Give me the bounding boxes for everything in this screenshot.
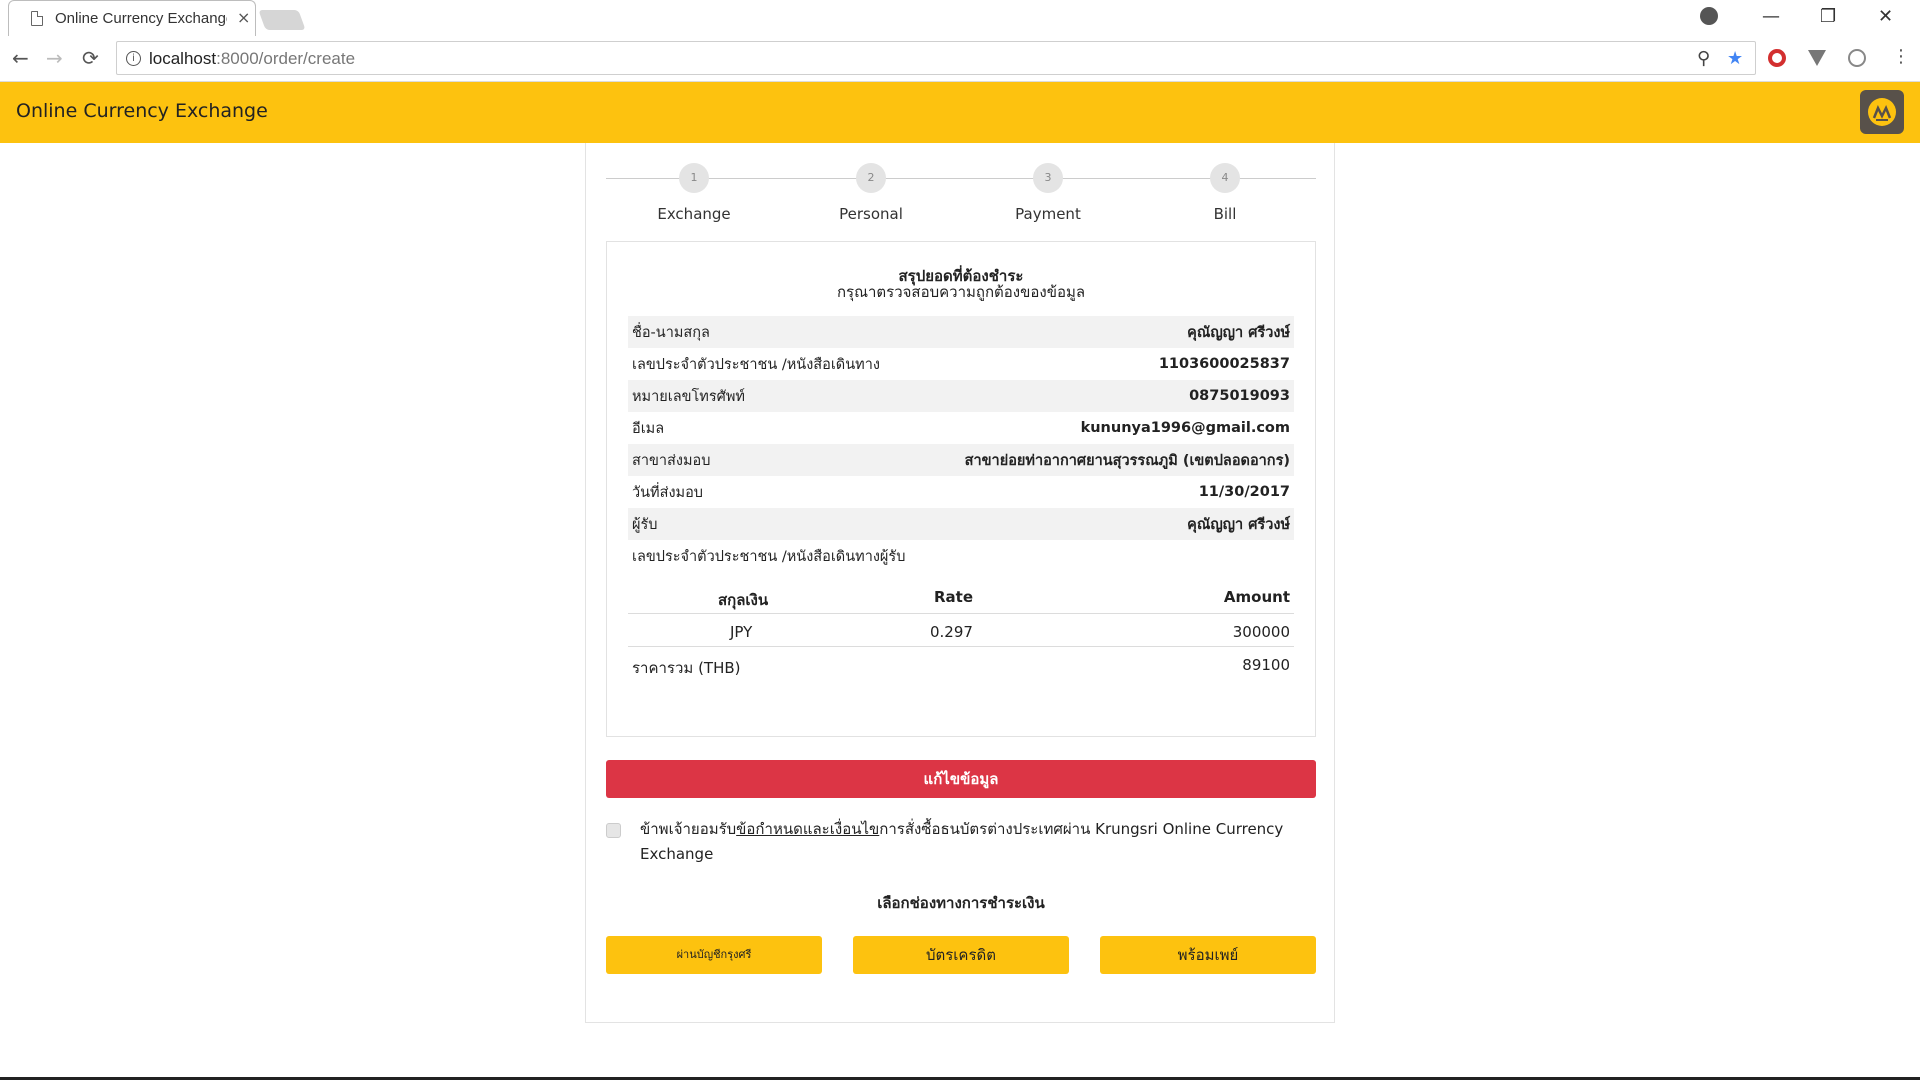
info-label: เลขประจำตัวประชาชน /หนังสือเดินทาง (632, 356, 880, 373)
address-bar[interactable]: i localhost:8000/order/create ⚲ ★ (116, 41, 1756, 75)
header-currency: สกุลเงิน (718, 591, 769, 609)
step-label: Payment (1015, 205, 1081, 223)
step-number: 4 (1210, 163, 1240, 193)
info-value: 1103600025837 (1158, 356, 1290, 372)
reload-icon[interactable]: ⟳ (82, 46, 99, 70)
order-summary: สรุปยอดที่ต้องชำระ กรุณาตรวจสอบความถูกต้… (606, 241, 1316, 737)
info-label: หมายเลขโทรศัพท์ (632, 388, 745, 405)
row-amount: 300000 (1232, 623, 1290, 641)
info-row-date: วันที่ส่งมอบ 11/30/2017 (628, 476, 1294, 508)
browser-tab[interactable]: Online Currency Exchange × (8, 0, 256, 36)
tab-title: Online Currency Exchange (55, 10, 227, 27)
info-row-recipient-id: เลขประจำตัวประชาชน /หนังสือเดินทางผู้รับ (628, 540, 1294, 572)
agreement-text: ข้าพเจ้ายอมรับข้อกำหนดและเงื่อนไขการสั่ง… (640, 817, 1300, 867)
close-window-icon[interactable]: ✕ (1878, 6, 1893, 27)
info-row-recipient: ผู้รับ คุณัญญา ศรีวงษ์ (628, 508, 1294, 540)
zoom-icon[interactable]: ⚲ (1697, 48, 1710, 69)
new-tab-button[interactable] (258, 10, 306, 30)
agree-checkbox[interactable] (606, 823, 621, 838)
browser-tabstrip: Online Currency Exchange × — ❐ ✕ (0, 0, 1920, 36)
url-path: :8000/order/create (216, 49, 356, 68)
pay-krungsri-account-button[interactable]: ผ่านบัญชีกรุงศรี (606, 936, 822, 974)
app-title[interactable]: Online Currency Exchange (16, 100, 268, 122)
info-label: วันที่ส่งมอบ (632, 484, 704, 501)
step-bill: 4 Bill (1165, 163, 1285, 223)
header-amount: Amount (1223, 588, 1290, 606)
extension-icon[interactable] (1848, 49, 1866, 67)
step-number: 1 (679, 163, 709, 193)
info-row-email: อีเมล kununya1996@gmail.com (628, 412, 1294, 444)
agreement-prefix: ข้าพเจ้ายอมรับ (640, 820, 737, 838)
pay-promptpay-button[interactable]: พร้อมเพย์ (1100, 936, 1316, 974)
info-icon[interactable]: i (126, 51, 141, 66)
summary-subtitle: กรุณาตรวจสอบความถูกต้องของข้อมูล (836, 283, 1086, 301)
order-card: 1 Exchange 2 Personal 3 Payment 4 Bill ส… (585, 143, 1335, 1023)
info-value: 0875019093 (1189, 388, 1290, 404)
header-rate: Rate (934, 588, 974, 606)
info-row-branch: สาขาส่งมอบ สาขาย่อยท่าอากาศยานสุวรรณภูมิ… (628, 444, 1294, 476)
total-value: 89100 (1242, 656, 1290, 674)
pay-credit-card-button[interactable]: บัตรเครดิต (853, 936, 1069, 974)
edit-info-button[interactable]: แก้ไขข้อมูล (606, 760, 1316, 798)
row-rate: 0.297 (930, 623, 973, 641)
step-label: Personal (839, 205, 903, 223)
opera-extension-icon[interactable] (1768, 49, 1786, 67)
app-header: Online Currency Exchange (0, 82, 1920, 143)
step-label: Exchange (657, 205, 731, 223)
info-label: สาขาส่งมอบ (632, 452, 711, 469)
step-payment: 3 Payment (988, 163, 1108, 223)
payment-title: เลือกช่องทางการชำระเงิน (877, 894, 1045, 912)
info-value: สาขาย่อยท่าอากาศยานสุวรรณภูมิ (เขตปลอดอา… (964, 452, 1290, 469)
vpn-extension-icon[interactable] (1808, 50, 1826, 66)
info-label: เลขประจำตัวประชาชน /หนังสือเดินทางผู้รับ (632, 548, 906, 565)
restore-icon[interactable]: ❐ (1820, 6, 1836, 27)
url-host: localhost (149, 49, 217, 68)
step-personal: 2 Personal (811, 163, 931, 223)
progress-stepper: 1 Exchange 2 Personal 3 Payment 4 Bill (606, 163, 1316, 223)
row-currency: JPY (730, 623, 753, 641)
currency-table: สกุลเงิน Rate Amount JPY 0.297 300000 รา… (628, 579, 1294, 681)
step-number: 3 (1033, 163, 1063, 193)
total-label: ราคารวม (THB) (632, 659, 741, 677)
krungsri-logo-icon[interactable] (1860, 90, 1904, 134)
url-text[interactable]: localhost:8000/order/create (149, 49, 355, 69)
info-row-phone: หมายเลขโทรศัพท์ 0875019093 (628, 380, 1294, 412)
browser-toolbar: ← → ⟳ i localhost:8000/order/create ⚲ ★ … (0, 36, 1920, 82)
info-value: คุณัญญา ศรีวงษ์ (1187, 516, 1290, 533)
info-value: 11/30/2017 (1198, 484, 1290, 500)
info-label: อีเมล (632, 420, 665, 437)
info-row-name: ชื่อ-นามสกุล คุณัญญา ศรีวงษ์ (628, 316, 1294, 348)
info-value: คุณัญญา ศรีวงษ์ (1187, 324, 1290, 341)
info-label: ผู้รับ (632, 516, 658, 533)
step-number: 2 (856, 163, 886, 193)
info-label: ชื่อ-นามสกุล (632, 324, 710, 341)
table-row: JPY 0.297 300000 (628, 613, 1294, 647)
info-row-id: เลขประจำตัวประชาชน /หนังสือเดินทาง 11036… (628, 348, 1294, 380)
profile-icon[interactable] (1700, 7, 1718, 25)
forward-icon[interactable]: → (46, 46, 63, 70)
total-row: ราคารวม (THB) 89100 (628, 647, 1294, 681)
customer-info-table: ชื่อ-นามสกุล คุณัญญา ศรีวงษ์ เลขประจำตัว… (628, 316, 1294, 572)
minimize-icon[interactable]: — (1762, 6, 1780, 27)
currency-table-header: สกุลเงิน Rate Amount (628, 579, 1294, 613)
menu-icon[interactable]: ⋮ (1892, 46, 1910, 67)
info-value: kununya1996@gmail.com (1080, 420, 1290, 436)
terms-link[interactable]: ข้อกำหนดและเงื่อนไข (736, 820, 879, 838)
step-exchange: 1 Exchange (634, 163, 754, 223)
step-label: Bill (1213, 205, 1237, 223)
back-icon[interactable]: ← (12, 46, 29, 70)
tab-close-icon[interactable]: × (237, 8, 250, 27)
page-icon (31, 11, 43, 26)
bookmark-star-icon[interactable]: ★ (1727, 48, 1743, 69)
